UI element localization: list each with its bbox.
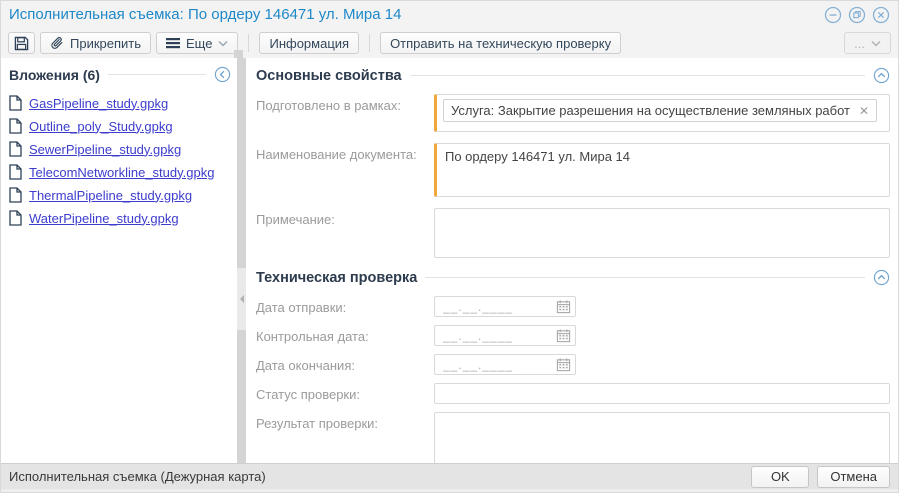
attachment-link[interactable]: ThermalPipeline_study.gpkg <box>29 188 192 203</box>
collapse-left-icon[interactable] <box>214 66 231 83</box>
file-icon <box>9 118 22 134</box>
file-icon <box>9 187 22 203</box>
collapse-up-icon[interactable] <box>873 269 890 286</box>
splitter-collapse-handle[interactable] <box>237 268 246 330</box>
attachment-link[interactable]: TelecomNetworkline_study.gpkg <box>29 165 214 180</box>
chevron-down-icon <box>218 40 228 47</box>
status-bar: Исполнительная съемка (Дежурная карта) O… <box>1 463 898 492</box>
control-date-input[interactable] <box>434 325 576 346</box>
paperclip-icon <box>50 36 64 50</box>
end-date-label: Дата окончания: <box>256 358 355 373</box>
calendar-icon[interactable] <box>556 357 571 372</box>
properties-panel: Основные свойства Подготовлено в рамках:… <box>246 58 898 463</box>
panel-splitter[interactable] <box>237 58 246 463</box>
send-date-label: Дата отправки: <box>256 300 347 315</box>
attachment-link[interactable]: GasPipeline_study.gpkg <box>29 96 168 111</box>
window-title: Исполнительная съемка: По ордеру 146471 … <box>9 6 402 23</box>
note-input[interactable] <box>434 208 890 258</box>
basic-section-title: Основные свойства <box>256 67 402 84</box>
check-result-input[interactable] <box>434 412 890 463</box>
minimize-icon[interactable] <box>824 6 842 24</box>
splitter-arrow-icon <box>239 295 244 303</box>
document-name-label: Наименование документа: <box>256 147 417 162</box>
attachment-item: TelecomNetworkline_study.gpkg <box>9 164 231 180</box>
attachment-link[interactable]: Outline_poly_Study.gpkg <box>29 119 173 134</box>
attachments-list: GasPipeline_study.gpkg Outline_poly_Stud… <box>9 95 231 226</box>
menu-icon <box>166 37 181 49</box>
divider <box>409 75 865 76</box>
file-icon <box>9 210 22 226</box>
attachment-item: GasPipeline_study.gpkg <box>9 95 231 111</box>
attachments-panel: Вложения (6) GasPipeline_study.gpkg Outl… <box>1 58 237 463</box>
attachment-link[interactable]: WaterPipeline_study.gpkg <box>29 211 179 226</box>
calendar-icon[interactable] <box>556 299 571 314</box>
overflow-button[interactable]: ... <box>844 32 891 54</box>
toolbar-separator <box>248 34 250 52</box>
attachment-item: WaterPipeline_study.gpkg <box>9 210 231 226</box>
title-bar: Исполнительная съемка: По ордеру 146471 … <box>1 1 898 28</box>
end-date-input[interactable] <box>434 354 576 375</box>
attachment-item: SewerPipeline_study.gpkg <box>9 141 231 157</box>
send-review-label: Отправить на техническую проверку <box>390 35 612 51</box>
note-label: Примечание: <box>256 212 335 227</box>
splitter-handle-top[interactable] <box>234 50 243 58</box>
file-icon <box>9 164 22 180</box>
service-tag: Услуга: Закрытие разрешения на осуществл… <box>443 99 878 122</box>
remove-tag-icon[interactable]: ✕ <box>859 105 869 117</box>
more-button[interactable]: Еще <box>156 32 239 54</box>
toolbar: Прикрепить Еще Информация Отправить на т… <box>1 28 898 58</box>
information-label: Информация <box>269 35 350 51</box>
check-status-input[interactable] <box>434 383 890 404</box>
overflow-label: ... <box>854 35 865 51</box>
prepared-within-label: Подготовлено в рамках: <box>256 98 401 113</box>
tech-section-title: Техническая проверка <box>256 269 418 286</box>
control-date-label: Контрольная дата: <box>256 329 369 344</box>
document-name-input[interactable]: По ордеру 146471 ул. Мира 14 <box>434 143 890 197</box>
restore-icon[interactable] <box>848 6 866 24</box>
attachments-title: Вложения (6) <box>9 66 100 83</box>
attachment-item: Outline_poly_Study.gpkg <box>9 118 231 134</box>
send-review-button[interactable]: Отправить на техническую проверку <box>380 32 622 54</box>
prepared-within-field[interactable]: Услуга: Закрытие разрешения на осуществл… <box>434 94 890 132</box>
save-icon <box>14 36 29 51</box>
attach-button[interactable]: Прикрепить <box>40 32 152 54</box>
collapse-up-icon[interactable] <box>873 67 890 84</box>
divider <box>107 74 206 75</box>
toolbar-separator <box>369 34 371 52</box>
divider <box>425 277 865 278</box>
window-controls <box>824 6 890 24</box>
check-result-label: Результат проверки: <box>256 416 379 431</box>
service-tag-label: Услуга: Закрытие разрешения на осуществл… <box>451 103 851 118</box>
calendar-icon[interactable] <box>556 328 571 343</box>
cancel-button[interactable]: Отмена <box>817 465 890 488</box>
more-label: Еще <box>186 35 213 51</box>
check-status-label: Статус проверки: <box>256 387 360 402</box>
file-icon <box>9 141 22 157</box>
send-date-input[interactable] <box>434 296 576 317</box>
ok-button[interactable]: OK <box>751 465 810 488</box>
attachment-link[interactable]: SewerPipeline_study.gpkg <box>29 142 181 157</box>
status-text: Исполнительная съемка (Дежурная карта) <box>9 469 266 484</box>
save-button[interactable] <box>8 32 35 54</box>
information-button[interactable]: Информация <box>259 32 360 54</box>
close-icon[interactable] <box>872 6 890 24</box>
chevron-down-icon <box>871 40 881 47</box>
attachment-item: ThermalPipeline_study.gpkg <box>9 187 231 203</box>
file-icon <box>9 95 22 111</box>
attach-label: Прикрепить <box>70 35 142 51</box>
dialog-window: Исполнительная съемка: По ордеру 146471 … <box>0 0 899 493</box>
